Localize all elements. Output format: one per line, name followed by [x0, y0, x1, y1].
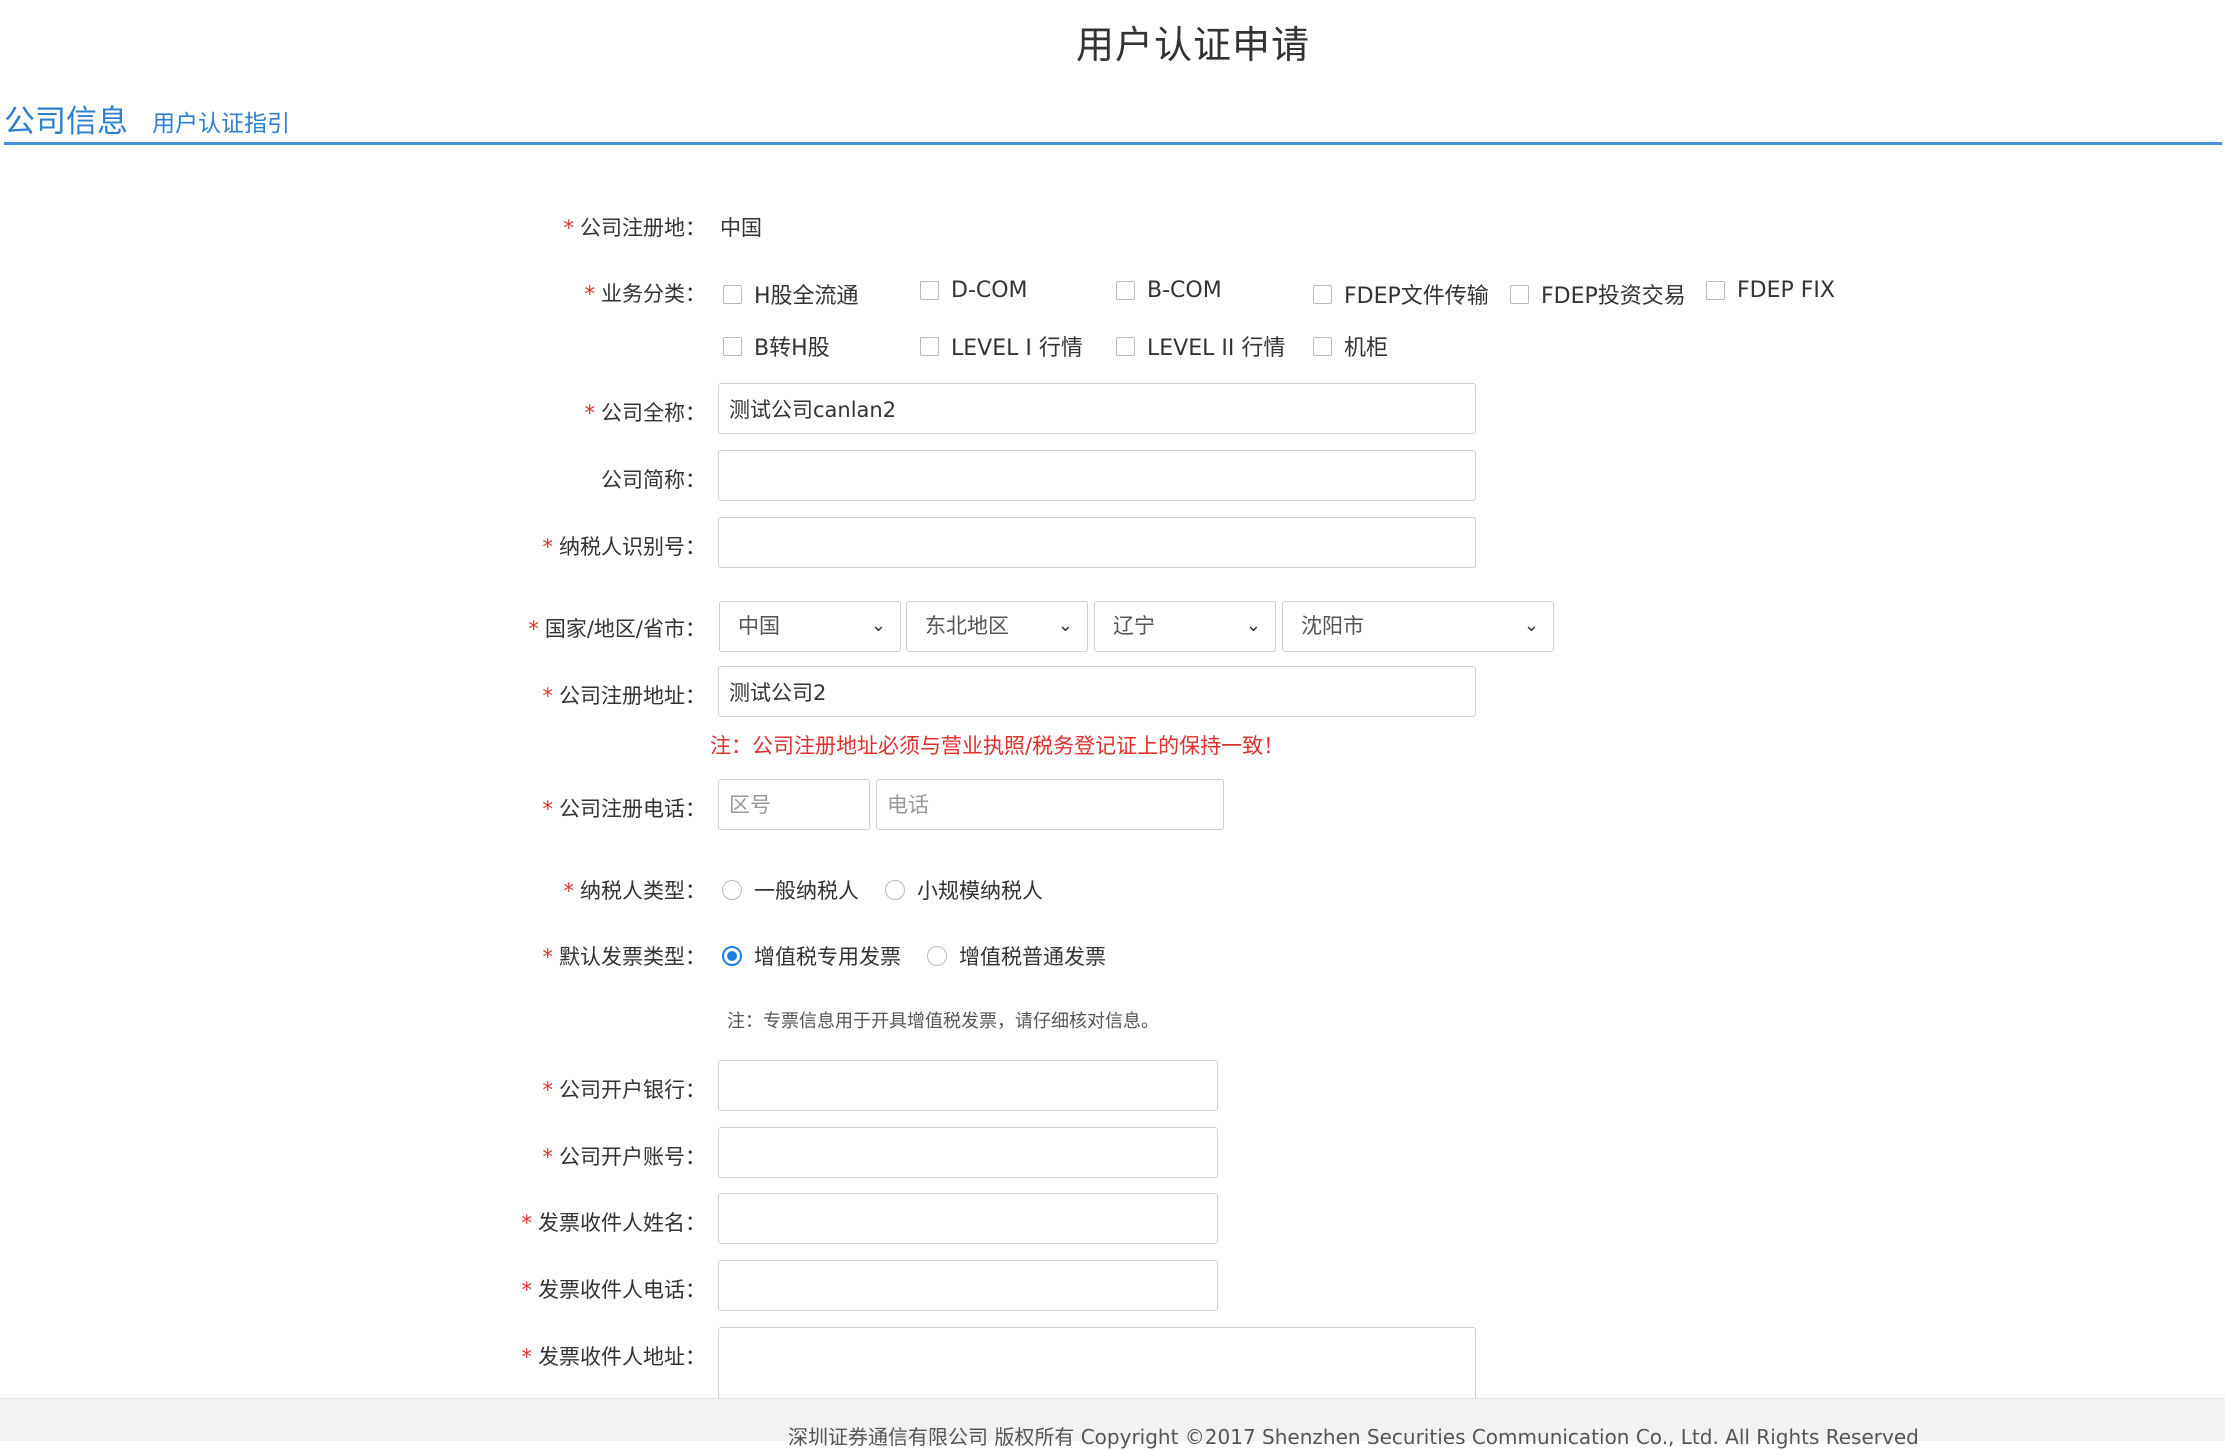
- checkbox-cabinet[interactable]: 机柜: [1313, 330, 1388, 362]
- label-account: * 公司开户账号：: [542, 1145, 707, 1169]
- radio-circle-checked[interactable]: [722, 946, 742, 966]
- label-region: * 国家/地区/省市：: [528, 617, 706, 641]
- invoice-note: 注：专票信息用于开具增值税发票，请仔细核对信息。: [727, 1011, 1159, 1032]
- label-receiver-name: * 发票收件人姓名：: [521, 1211, 707, 1235]
- radio-circle[interactable]: [885, 880, 905, 900]
- checkbox-box[interactable]: [1706, 281, 1725, 300]
- checkbox-b-com[interactable]: B-COM: [1116, 278, 1222, 303]
- full-name-input[interactable]: [718, 383, 1476, 434]
- receiver-phone-input[interactable]: [718, 1260, 1218, 1311]
- footer-copyright: 深圳证券通信有限公司 版权所有 Copyright ©2017 Shenzhen…: [788, 1425, 1919, 1449]
- chevron-down-icon: ⌄: [870, 615, 886, 636]
- receiver-name-input[interactable]: [718, 1193, 1218, 1244]
- area-code-input[interactable]: [718, 779, 870, 830]
- footer: 深圳证券通信有限公司 版权所有 Copyright ©2017 Shenzhen…: [0, 1398, 2225, 1449]
- chevron-down-icon: ⌄: [1057, 615, 1073, 636]
- checkbox-box[interactable]: [723, 336, 742, 356]
- taxpayer-id-input[interactable]: [718, 517, 1476, 568]
- label-receiver-address: * 发票收件人地址：: [521, 1345, 707, 1369]
- checkbox-box[interactable]: [1116, 336, 1135, 356]
- label-invoice-type: * 默认发票类型：: [542, 945, 707, 969]
- checkbox-h-share[interactable]: H股全流通: [723, 278, 859, 310]
- page-title: 用户认证申请: [1075, 23, 1310, 67]
- checkbox-box[interactable]: [1313, 284, 1332, 304]
- phone-input[interactable]: [876, 779, 1224, 830]
- country-select[interactable]: 中国 ⌄: [719, 601, 901, 652]
- reg-place-value: 中国: [720, 216, 762, 240]
- receiver-address-textarea[interactable]: [718, 1327, 1476, 1407]
- label-full-name: * 公司全称：: [584, 401, 707, 425]
- label-biz-category: * 业务分类：: [584, 282, 707, 306]
- checkbox-level1[interactable]: LEVEL I 行情: [920, 330, 1083, 362]
- area-select[interactable]: 东北地区 ⌄: [906, 601, 1088, 652]
- checkbox-box[interactable]: [1510, 284, 1529, 304]
- tab-guide-link[interactable]: 用户认证指引: [152, 104, 290, 138]
- radio-normal-invoice[interactable]: 增值税普通发票: [927, 941, 1106, 971]
- radio-general-taxpayer[interactable]: 一般纳税人: [722, 875, 859, 905]
- radio-small-taxpayer[interactable]: 小规模纳税人: [885, 875, 1043, 905]
- checkbox-b-to-h[interactable]: B转H股: [723, 330, 830, 362]
- checkbox-box[interactable]: [723, 284, 742, 304]
- chevron-down-icon: ⌄: [1245, 615, 1261, 636]
- city-select[interactable]: 沈阳市 ⌄: [1282, 601, 1554, 652]
- short-name-input[interactable]: [718, 450, 1476, 501]
- bank-input[interactable]: [718, 1060, 1218, 1111]
- label-taxpayer-id: * 纳税人识别号：: [542, 535, 707, 559]
- label-reg-address: * 公司注册地址：: [542, 684, 707, 708]
- checkbox-fdep-trade[interactable]: FDEP投资交易: [1510, 278, 1686, 310]
- label-reg-place: * 公司注册地：: [563, 216, 707, 240]
- radio-circle[interactable]: [722, 880, 742, 900]
- checkbox-box[interactable]: [920, 281, 939, 300]
- reg-address-note: 注：公司注册地址必须与营业执照/税务登记证上的保持一致！: [710, 734, 1285, 758]
- label-short-name: 公司简称：: [601, 468, 706, 492]
- chevron-down-icon: ⌄: [1523, 615, 1539, 636]
- radio-special-invoice[interactable]: 增值税专用发票: [722, 941, 901, 971]
- label-bank: * 公司开户银行：: [542, 1078, 707, 1102]
- label-reg-phone: * 公司注册电话：: [542, 797, 707, 821]
- label-receiver-phone: * 发票收件人电话：: [521, 1278, 707, 1302]
- label-taxpayer-type: * 纳税人类型：: [563, 879, 707, 903]
- checkbox-fdep-file[interactable]: FDEP文件传输: [1313, 278, 1489, 310]
- checkbox-fdep-fix[interactable]: FDEP FIX: [1706, 278, 1835, 303]
- province-select[interactable]: 辽宁 ⌄: [1094, 601, 1276, 652]
- checkbox-box[interactable]: [1313, 336, 1332, 356]
- account-input[interactable]: [718, 1127, 1218, 1178]
- reg-address-input[interactable]: [718, 666, 1476, 717]
- checkbox-d-com[interactable]: D-COM: [920, 278, 1028, 303]
- checkbox-level2[interactable]: LEVEL II 行情: [1116, 330, 1285, 362]
- checkbox-box[interactable]: [920, 336, 939, 356]
- tab-bar: 公司信息 用户认证指引: [4, 96, 2222, 145]
- tab-company-info[interactable]: 公司信息: [4, 96, 128, 141]
- checkbox-box[interactable]: [1116, 281, 1135, 300]
- radio-circle[interactable]: [927, 946, 947, 966]
